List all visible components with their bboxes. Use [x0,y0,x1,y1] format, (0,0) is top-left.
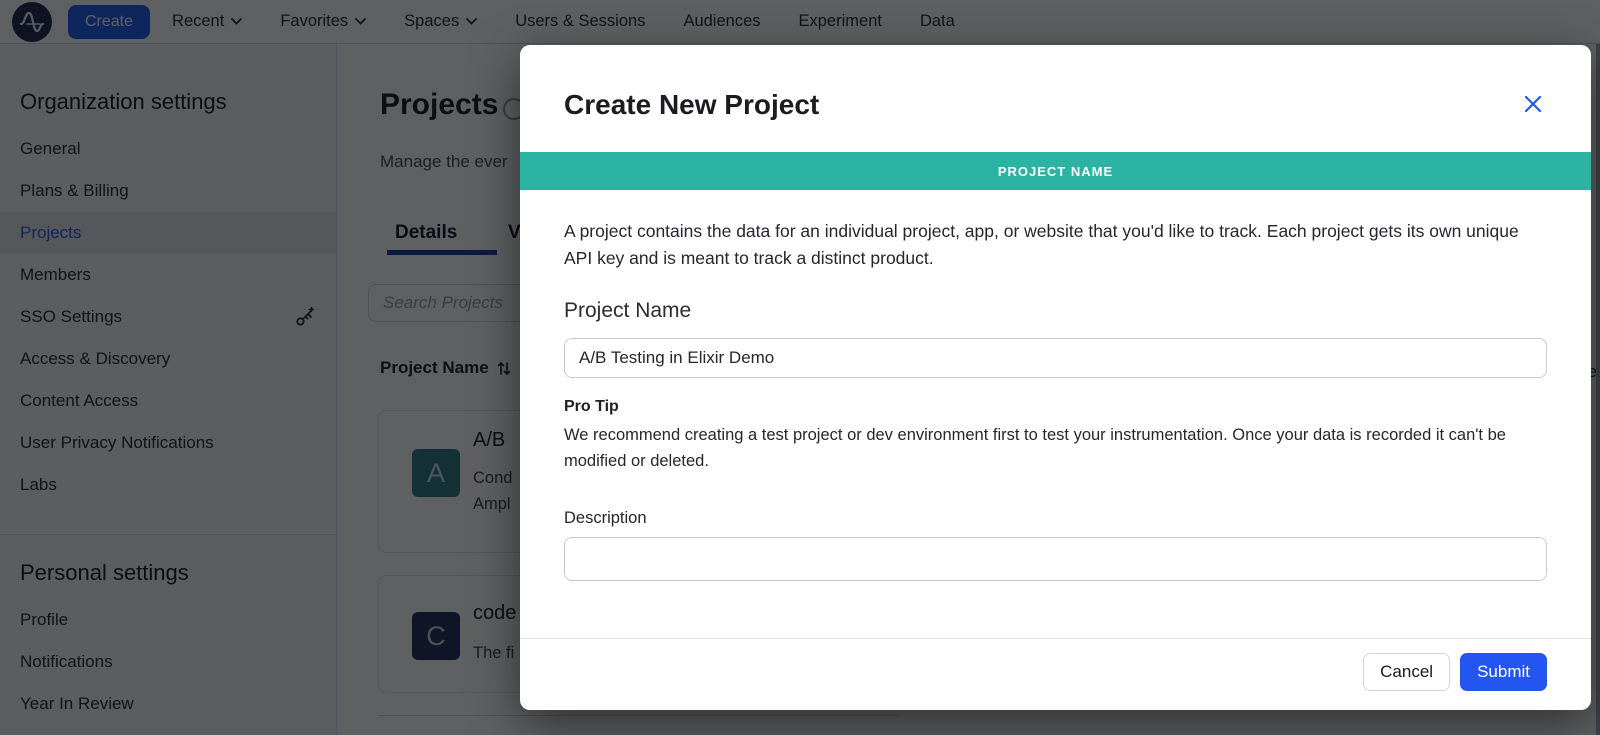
pro-tip-text: We recommend creating a test project or … [564,426,1506,470]
close-icon [1524,95,1542,113]
modal-title: Create New Project [564,89,820,120]
modal-intro-text: A project contains the data for an indiv… [564,221,1519,268]
cancel-button[interactable]: Cancel [1363,653,1451,691]
modal-body: A project contains the data for an indiv… [520,190,1591,581]
project-name-heading: Project Name [564,299,692,322]
description-label: Description [564,509,647,527]
pro-tip-title: Pro Tip [564,398,619,415]
modal-header: Create New Project [520,45,1591,122]
project-name-input[interactable] [564,338,1547,378]
project-name-step-banner: PROJECT NAME [520,152,1591,190]
description-input[interactable] [564,537,1547,581]
create-new-project-modal: Create New Project PROJECT NAME A projec… [520,45,1591,710]
close-button[interactable] [1519,90,1547,121]
submit-button[interactable]: Submit [1460,653,1547,691]
modal-footer: Cancel Submit [520,638,1591,710]
